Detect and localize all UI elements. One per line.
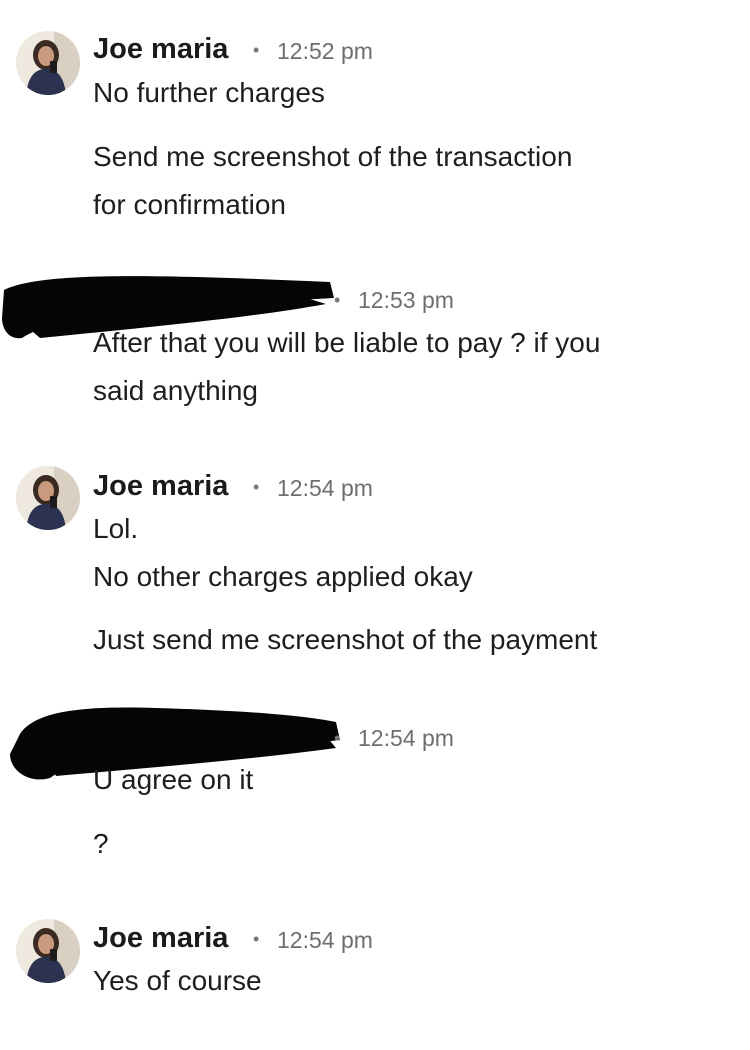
message-text: No other charges applied okay [93,561,473,592]
message-text: U agree on it [93,764,254,795]
message-text: Send me screenshot of the transaction [93,141,573,172]
separator-dot: • [253,929,260,949]
message-text: ? [93,828,109,859]
timestamp: 12:52 pm [277,38,373,64]
message-text: No further charges [93,77,325,108]
timestamp: 12:54 pm [358,725,454,751]
message-text: Lol. [93,513,139,544]
sender-name: Joe maria [93,922,229,954]
profile-photo-icon [16,31,80,95]
avatar[interactable] [16,466,80,530]
timestamp: 12:54 pm [277,475,373,501]
avatar[interactable] [16,31,80,95]
avatar[interactable] [16,919,80,983]
separator-dot: • [334,728,341,748]
sender-name: Joe maria [93,33,229,65]
message-text: After that you will be liable to pay ? i… [93,327,601,358]
timestamp: 12:53 pm [358,287,454,313]
message-text: Just send me screenshot of the payment [93,624,598,655]
sender-name: Joe maria [93,470,229,502]
separator-dot: • [334,290,341,310]
message-text: Yes of course [93,965,262,996]
message-text: said anything [93,375,259,406]
message-text: for confirmation [93,189,286,220]
timestamp: 12:54 pm [277,927,373,953]
profile-photo-icon [16,466,80,530]
profile-photo-icon [16,919,80,983]
separator-dot: • [253,40,260,60]
separator-dot: • [253,477,260,497]
